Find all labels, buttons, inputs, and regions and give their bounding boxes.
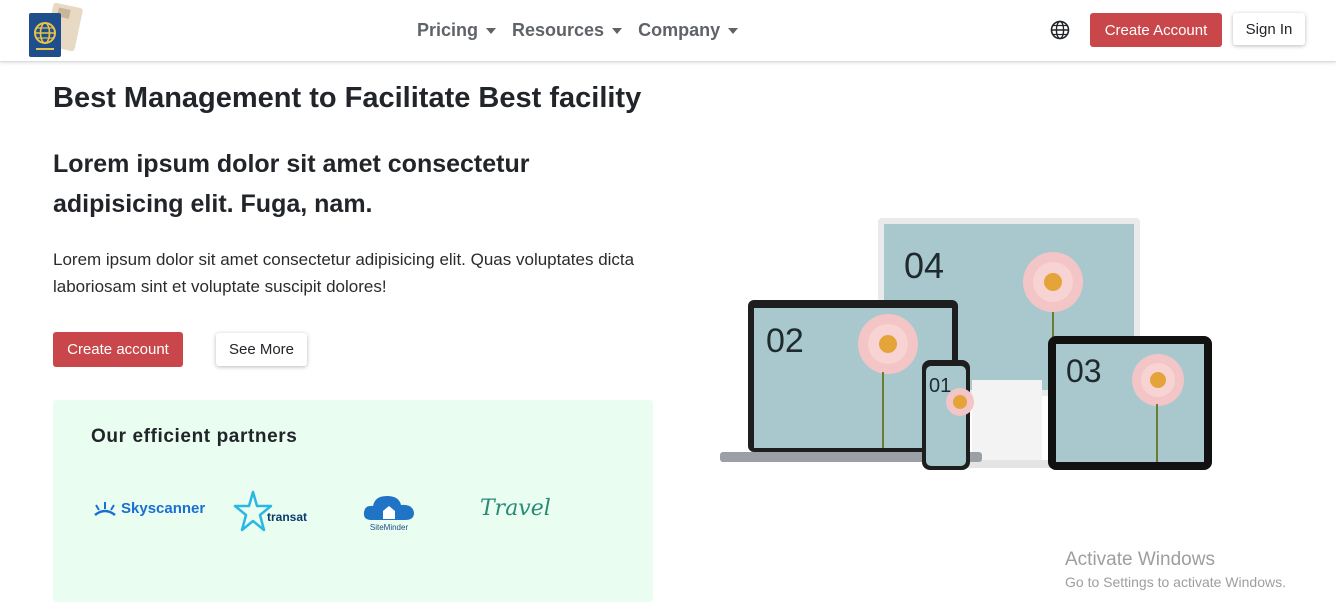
partner-transat-logo: transat — [233, 490, 307, 532]
siteminder-wordmark: SiteMinder — [369, 523, 409, 532]
see-more-button[interactable]: See More — [216, 333, 307, 366]
menu-pricing-label: Pricing — [417, 20, 479, 40]
sign-in-button[interactable]: Sign In — [1233, 13, 1305, 45]
skyscanner-wordmark: Skyscanner — [121, 500, 206, 517]
menu-company-label: Company — [638, 20, 721, 40]
main-menu: Pricing Resources Company — [417, 20, 739, 41]
activate-windows-title: Activate Windows — [1065, 549, 1215, 570]
hero-subtitle: Lorem ipsum dolor sit amet consectetur a… — [53, 150, 530, 218]
skyscanner-sun-icon — [94, 501, 116, 516]
travel-wordmark: Travel — [480, 496, 551, 521]
chevron-down-icon — [728, 27, 739, 34]
tablet-number: 03 — [1066, 353, 1102, 389]
chevron-down-icon — [486, 27, 497, 34]
top-navbar: Pricing Resources Company Create Account… — [0, 0, 1336, 62]
transat-wordmark: transat — [267, 510, 308, 524]
phone-number: 01 — [929, 375, 951, 397]
hero-description: Lorem ipsum dolor sit amet consectetur a… — [53, 250, 635, 296]
tablet-device: 03 — [1048, 336, 1212, 470]
menu-pricing[interactable]: Pricing — [417, 20, 497, 41]
chevron-down-icon — [612, 27, 623, 34]
hero-title: Best Management to Facilitate Best facil… — [53, 82, 642, 114]
create-account-button[interactable]: Create Account — [1090, 13, 1222, 47]
partners-title: Our efficient partners — [91, 426, 298, 447]
hero-create-account-button[interactable]: Create account — [53, 332, 183, 367]
monitor-number: 04 — [904, 245, 944, 286]
menu-resources[interactable]: Resources — [512, 20, 623, 41]
devices-mockup-image: 04 02 03 01 — [720, 218, 1212, 470]
menu-company[interactable]: Company — [638, 20, 739, 41]
partner-travel-logo: Travel — [480, 496, 551, 521]
partner-skyscanner-logo: Skyscanner — [93, 500, 205, 517]
passport-logo-icon[interactable] — [27, 3, 83, 59]
phone-device: 01 — [922, 360, 974, 470]
activate-windows-subtitle: Go to Settings to activate Windows. — [1065, 574, 1286, 590]
laptop-number: 02 — [766, 322, 804, 360]
partners-panel: Our efficient partners Skyscanner transa… — [53, 400, 653, 602]
siteminder-cloud-icon — [363, 496, 414, 520]
globe-icon[interactable] — [1050, 20, 1070, 40]
menu-resources-label: Resources — [512, 20, 605, 40]
partner-siteminder-logo: SiteMinder — [361, 492, 417, 532]
